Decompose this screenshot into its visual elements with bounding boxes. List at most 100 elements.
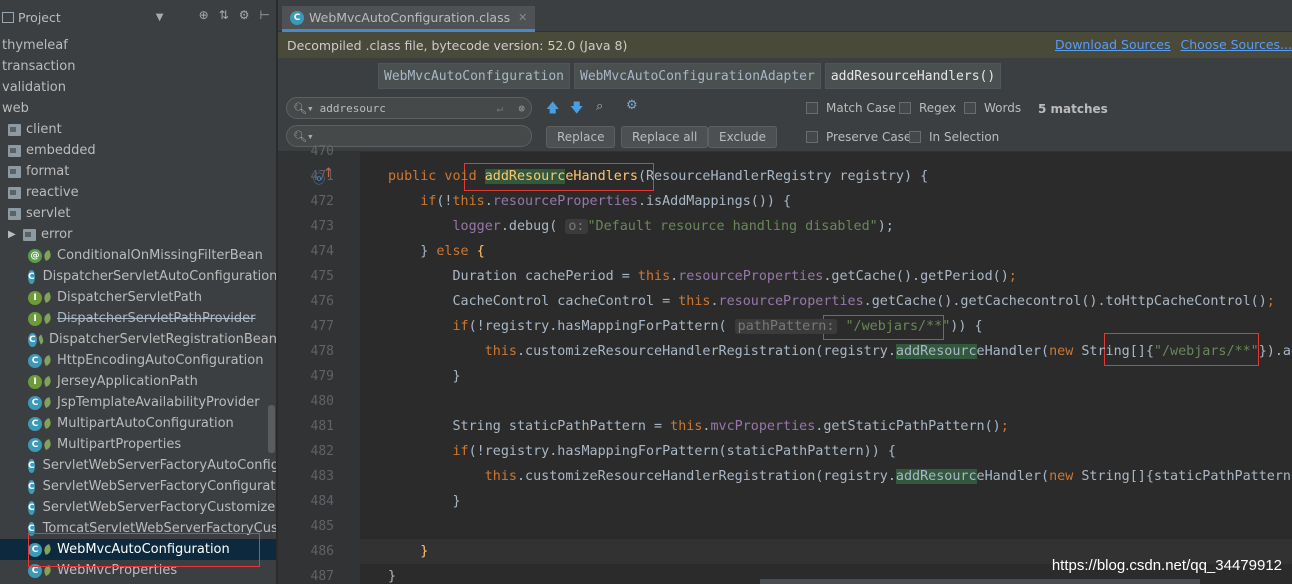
tree-item[interactable]: format — [0, 161, 276, 182]
code-line: Duration cachePeriod = this.resourceProp… — [388, 269, 1017, 284]
tab-webmvcautoconfiguration[interactable]: C WebMvcAutoConfiguration.class ✕ — [282, 6, 536, 32]
tree-item[interactable]: embedded — [0, 140, 276, 161]
line-number: 486 — [310, 544, 334, 559]
tree-item[interactable]: C DispatcherServletAutoConfiguration — [0, 266, 276, 287]
tree-item[interactable]: C JspTemplateAvailabilityProvider — [0, 392, 276, 413]
tree-item-label: MultipartProperties — [57, 437, 182, 452]
tree-item[interactable]: thymeleaf — [0, 35, 276, 56]
tree-item[interactable]: servlet — [0, 203, 276, 224]
tree-item[interactable]: I DispatcherServletPath — [0, 287, 276, 308]
close-icon[interactable]: ✕ — [518, 11, 527, 24]
match-case-checkbox[interactable]: Match Case — [806, 101, 896, 115]
class-icon: C — [28, 269, 35, 284]
tree-item[interactable]: client — [0, 119, 276, 140]
tree-item-label: transaction — [2, 59, 76, 74]
code-line: if(!registry.hasMappingForPattern(static… — [452, 444, 896, 459]
code-line: } else { — [388, 244, 485, 259]
tree-item-label: JspTemplateAvailabilityProvider — [57, 395, 260, 410]
regex-label: Regex — [919, 101, 957, 115]
leaf-icon — [35, 272, 39, 281]
line-number: 482 — [310, 444, 334, 459]
choose-sources-link[interactable]: Choose Sources... — [1181, 37, 1292, 52]
tree-scrollbar[interactable] — [268, 405, 275, 453]
leaf-icon — [42, 418, 53, 429]
tree-item[interactable]: C ServletWebServerFactoryAutoConfigu — [0, 455, 277, 476]
words-checkbox[interactable]: Words — [964, 101, 1021, 115]
tree-item[interactable]: reactive — [0, 182, 276, 203]
tree-item-label: ServletWebServerFactoryConfiguratio — [42, 479, 277, 494]
tree-item[interactable]: I JerseyApplicationPath — [0, 371, 276, 392]
preserve-case-checkbox[interactable]: Preserve Case — [806, 130, 911, 144]
locate-icon[interactable]: ⊕ — [199, 8, 209, 22]
settings-icon[interactable]: ⚙ — [626, 98, 638, 113]
line-number: 480 — [310, 394, 334, 409]
project-panel: Project ▼ ⊕ ⇅ ⚙ ⊢ thymeleaf transaction va… — [0, 0, 277, 584]
tree-item[interactable]: web — [0, 98, 276, 119]
leaf-icon — [35, 482, 39, 491]
tree-item[interactable]: validation — [0, 77, 276, 98]
code-line: public void addResourceHandlers(Resource… — [388, 169, 929, 184]
in-selection-checkbox[interactable]: In Selection — [909, 130, 999, 144]
class-icon: C — [28, 479, 35, 494]
editor-tab-bar: C WebMvcAutoConfiguration.class ✕ — [278, 0, 1292, 32]
tree-item[interactable]: transaction — [0, 56, 276, 77]
code-line: if(!registry.hasMappingForPattern( pathP… — [452, 319, 983, 334]
package-icon — [8, 144, 21, 157]
breadcrumb-inner-class[interactable]: WebMvcAutoConfigurationAdapter — [574, 63, 821, 89]
breadcrumb-class[interactable]: WebMvcAutoConfiguration — [378, 63, 571, 89]
project-panel-header[interactable]: Project ▼ ⊕ ⇅ ⚙ ⊢ — [0, 0, 276, 35]
exclude-button[interactable]: Exclude — [708, 126, 778, 148]
class-icon: C — [28, 395, 42, 410]
tree-item[interactable]: C ServletWebServerFactoryCustomizer — [0, 497, 276, 518]
chevron-right-icon[interactable]: ▶ — [8, 229, 19, 240]
tree-item-label: DispatcherServletPathProvider — [57, 311, 256, 326]
tree-item[interactable]: @ ConditionalOnMissingFilterBean — [0, 245, 276, 266]
chevron-down-icon[interactable]: ▼ — [156, 12, 164, 23]
tab-label: WebMvcAutoConfiguration.class — [309, 10, 511, 25]
hide-icon[interactable]: ⊢ — [260, 8, 270, 22]
tree-item[interactable]: I DispatcherServletPathProvider — [0, 308, 276, 329]
search-value: addresourc — [319, 101, 386, 115]
class-icon: C — [28, 332, 37, 347]
package-icon — [8, 165, 21, 178]
download-sources-link[interactable]: Download Sources — [1055, 37, 1171, 52]
gear-icon[interactable]: ⚙ — [239, 8, 250, 22]
find-all-icon[interactable]: ⌕ — [596, 99, 603, 114]
project-icon — [2, 12, 14, 23]
line-number: 475 — [310, 269, 334, 284]
interface-icon: I — [28, 374, 42, 389]
code-line: String staticPathPattern = this.mvcPrope… — [388, 419, 1009, 434]
replace-button[interactable]: Replace — [546, 126, 616, 148]
horizontal-scrollbar[interactable] — [760, 579, 1200, 584]
code-line: CacheControl cacheControl = this.resourc… — [388, 294, 1275, 309]
replace-all-button[interactable]: Replace all — [621, 126, 709, 148]
tree-item-label: reactive — [26, 185, 79, 200]
code-editor[interactable]: public void addResourceHandlers(Resource… — [360, 152, 1292, 584]
line-number: 477 — [310, 319, 334, 334]
tree-item[interactable]: ▶ error — [0, 224, 276, 245]
search-input[interactable]: 🔍︎▾ addresourc ↵ ⊗ — [286, 97, 532, 119]
breadcrumb-method[interactable]: addResourceHandlers() — [824, 63, 1002, 89]
code-line: } — [388, 369, 461, 384]
arrow-up-icon[interactable]: 🡅 — [546, 99, 559, 121]
collapse-icon[interactable]: ⇅ — [219, 8, 229, 22]
code-line: logger.debug( o: "Default resource handli… — [452, 219, 894, 234]
tree-item[interactable]: C ServletWebServerFactoryConfiguratio — [0, 476, 277, 497]
leaf-icon — [42, 355, 53, 366]
regex-checkbox[interactable]: Regex — [899, 101, 956, 115]
tree-item-label: HttpEncodingAutoConfiguration — [57, 353, 264, 368]
checkbox-box — [806, 131, 818, 143]
clear-icon[interactable]: ⊗ — [518, 102, 525, 115]
tree-item[interactable]: C HttpEncodingAutoConfiguration — [0, 350, 276, 371]
tree-item-label: ServletWebServerFactoryAutoConfigu — [42, 458, 277, 473]
arrow-down-icon[interactable]: 🡇 — [570, 99, 583, 121]
search-icon: 🔍︎▾ — [293, 101, 314, 115]
interface-icon: I — [28, 311, 42, 326]
tree-item[interactable]: C DispatcherServletRegistrationBean — [0, 329, 276, 350]
newline-icon[interactable]: ↵ — [496, 102, 503, 115]
line-number: 487 — [310, 569, 334, 584]
tree-item[interactable]: C MultipartAutoConfiguration — [0, 413, 276, 434]
tree-item-label: web — [2, 101, 29, 116]
tree-item[interactable]: C MultipartProperties — [0, 434, 276, 455]
leaf-icon — [42, 313, 53, 324]
